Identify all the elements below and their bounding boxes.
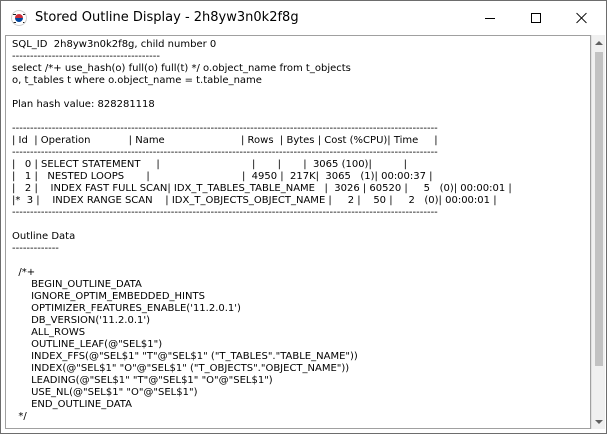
text-line: [12, 255, 512, 267]
text-line: */: [12, 411, 27, 422]
window-title: Stored Outline Display - 2h8yw3n0k2f8g: [35, 10, 299, 25]
text-line: o, t_tables t where o.object_name = t.ta…: [12, 75, 262, 86]
text-line: |* 3 | INDEX RANGE SCAN | IDX_T_OBJECTS_…: [12, 195, 497, 206]
scroll-down-button[interactable]: [592, 414, 606, 429]
text-line: ----------------------------------------…: [12, 51, 160, 62]
title-bar[interactable]: Stored Outline Display - 2h8yw3n0k2f8g: [1, 1, 606, 35]
text-line: INDEX(@"SEL$1" "O"@"SEL$1" ("T_OBJECTS".…: [12, 363, 350, 374]
text-line: | 2 | INDEX FAST FULL SCAN| IDX_T_TABLES…: [12, 183, 512, 194]
stored-outline-window: Stored Outline Display - 2h8yw3n0k2f8g S…: [0, 0, 607, 434]
text-line: | 0 | SELECT STATEMENT | | | | 3065 (100…: [12, 159, 407, 170]
arrow-down-icon: [595, 419, 603, 424]
maximize-icon: [531, 13, 541, 23]
korean-flag-icon: [11, 10, 27, 26]
text-line: END_OUTLINE_DATA: [12, 399, 132, 410]
outline-text-area[interactable]: SQL_ID 2h8yw3n0k2f8g, child number 0 ----…: [5, 35, 591, 429]
text-line: | Id | Operation | Name | Rows | Bytes |…: [12, 135, 438, 146]
text-line: [12, 87, 512, 99]
text-line: OPTIMIZER_FEATURES_ENABLE('11.2.0.1'): [12, 303, 241, 314]
text-line: INDEX_FFS(@"SEL$1" "T"@"SEL$1" ("T_TABLE…: [12, 351, 358, 362]
text-line: IGNORE_OPTIM_EMBEDDED_HINTS: [12, 291, 205, 302]
text-line: ALL_ROWS: [12, 327, 86, 338]
text-line: [12, 111, 512, 123]
text-line: DB_VERSION('11.2.0.1'): [12, 315, 151, 326]
text-line: USE_NL(@"SEL$1" "O"@"SEL$1"): [12, 387, 198, 398]
text-line: LEADING(@"SEL$1" "T"@"SEL$1" "O"@"SEL$1"…: [12, 375, 273, 386]
maximize-button[interactable]: [513, 1, 559, 35]
outline-text: SQL_ID 2h8yw3n0k2f8g, child number 0 ----…: [12, 39, 512, 423]
text-line: ----------------------------------------…: [12, 147, 438, 158]
close-button[interactable]: [559, 1, 605, 35]
text-line: ----------------------------------------…: [12, 123, 438, 134]
close-icon: [576, 12, 588, 24]
text-line: Plan hash value: 828281118: [12, 99, 155, 110]
text-line: ----------------------------------------…: [12, 207, 438, 218]
text-line: SQL_ID 2h8yw3n0k2f8g, child number 0: [12, 39, 217, 50]
text-line: /*+: [12, 267, 36, 278]
arrow-up-icon: [595, 40, 603, 45]
text-line: [12, 219, 512, 231]
text-line: | 1 | NESTED LOOPS | | 4950 | 217K| 3065…: [12, 171, 433, 182]
scroll-thumb[interactable]: [595, 52, 603, 366]
text-line: BEGIN_OUTLINE_DATA: [12, 279, 142, 290]
minimize-button[interactable]: [467, 1, 513, 35]
text-line: OUTLINE_LEAF(@"SEL$1"): [12, 339, 163, 350]
vertical-scrollbar[interactable]: [591, 35, 605, 429]
text-line: Outline Data: [12, 231, 76, 242]
scroll-up-button[interactable]: [592, 35, 606, 50]
text-line: select /*+ use_hash(o) full(o) full(t) *…: [12, 63, 351, 74]
minimize-icon: [485, 17, 495, 19]
text-line: -------------: [12, 243, 59, 254]
